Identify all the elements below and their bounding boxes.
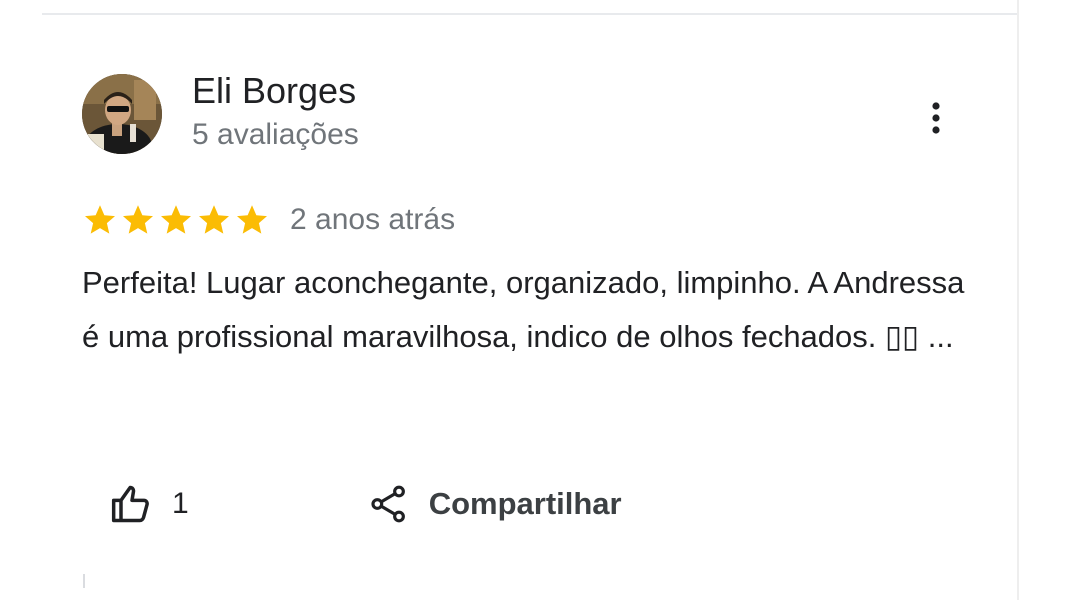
share-icon — [369, 482, 409, 526]
review-date: 2 anos atrás — [290, 203, 456, 236]
review-text: Perfeita! Lugar aconchegante, organizado… — [82, 265, 965, 354]
panel-border — [1017, 0, 1019, 600]
star-icon — [120, 202, 156, 238]
star-icon — [158, 202, 194, 238]
review-card: Eli Borges 5 avaliações 2 anos atrás Per… — [0, 0, 1080, 600]
share-button[interactable]: Compartilhar — [369, 482, 622, 526]
thumb-up-icon — [110, 482, 154, 526]
more-vert-icon — [916, 96, 956, 140]
star-icon — [234, 202, 270, 238]
rating-row: 2 anos atrás — [82, 198, 455, 242]
author-name[interactable]: Eli Borges — [192, 70, 356, 112]
star-icon — [196, 202, 232, 238]
star-rating — [82, 202, 272, 238]
star-icon — [82, 202, 118, 238]
like-count: 1 — [172, 487, 189, 520]
author-avatar[interactable] — [82, 74, 162, 154]
like-button[interactable]: 1 — [110, 482, 189, 526]
author-review-count: 5 avaliações — [192, 118, 359, 151]
more-options-button[interactable] — [916, 96, 956, 140]
share-label: Compartilhar — [428, 486, 622, 521]
review-actions: 1 Compartilhar — [110, 478, 622, 530]
next-item-edge — [83, 574, 85, 588]
top-divider — [42, 13, 1018, 15]
